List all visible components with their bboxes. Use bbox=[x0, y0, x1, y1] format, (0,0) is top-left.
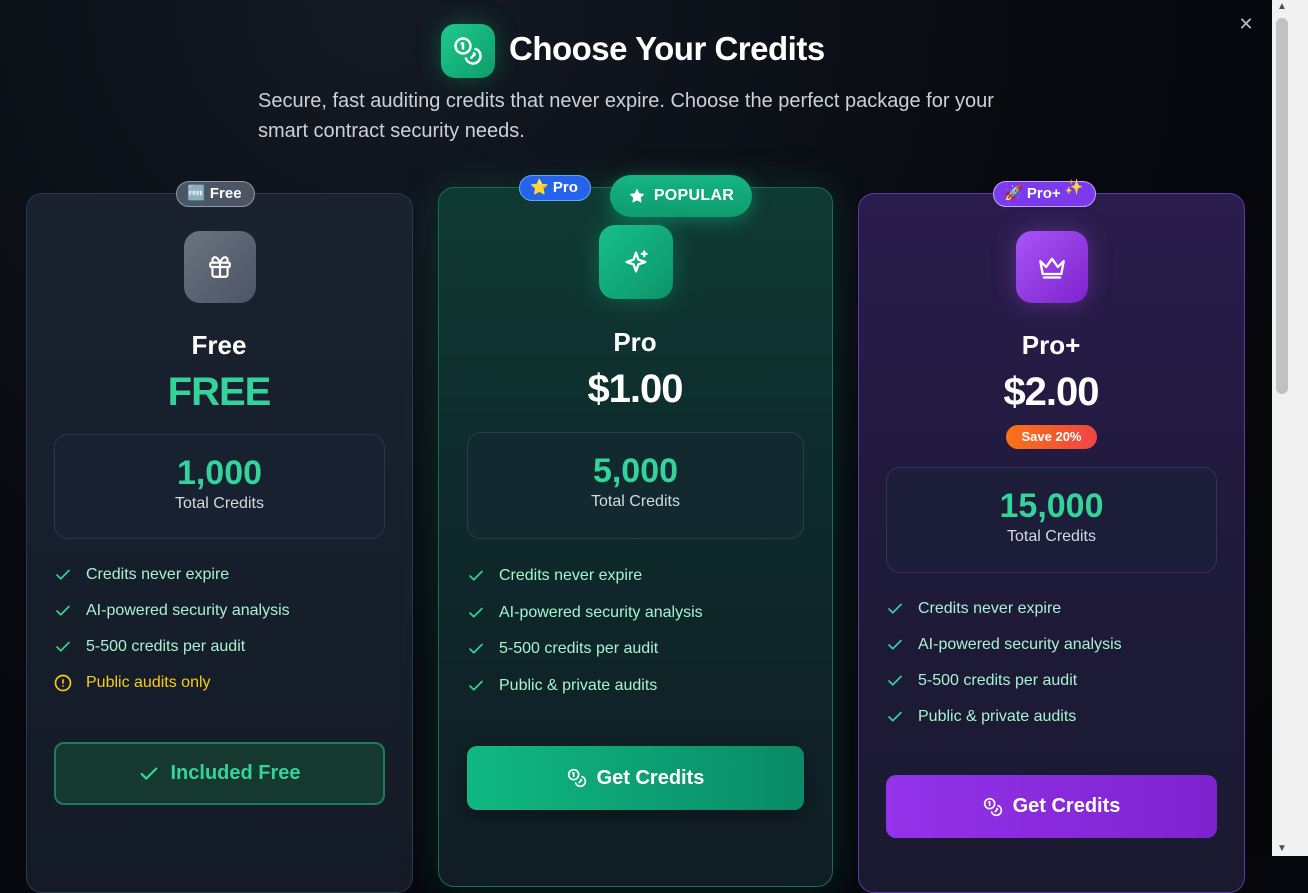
check-icon bbox=[888, 711, 902, 722]
coins-icon bbox=[983, 797, 1002, 816]
sparkle-emoji-icon: ✨ bbox=[1064, 179, 1084, 196]
tier-badge-pro: ⭐ Pro bbox=[519, 175, 591, 201]
feature-item: Public & private audits bbox=[886, 708, 1076, 726]
included-free-button[interactable]: Included Free bbox=[54, 742, 385, 805]
scroll-down-arrow-icon[interactable]: ▼ bbox=[1276, 843, 1288, 855]
close-icon[interactable]: ✕ bbox=[1236, 14, 1256, 34]
scrollbar-thumb[interactable] bbox=[1276, 18, 1288, 394]
credits-amount: 15,000 bbox=[999, 487, 1104, 525]
credits-box-free: 1,000 Total Credits bbox=[54, 434, 385, 539]
check-icon bbox=[469, 570, 483, 581]
plan-price-pro-plus: $2.00 bbox=[1003, 370, 1099, 414]
check-icon bbox=[469, 643, 483, 654]
credits-amount: 1,000 bbox=[176, 454, 263, 492]
crown-icon bbox=[1016, 231, 1088, 303]
credits-label: Total Credits bbox=[591, 493, 680, 510]
star-icon bbox=[629, 188, 645, 203]
check-icon bbox=[56, 641, 70, 652]
check-icon bbox=[56, 605, 70, 616]
sparkles-icon bbox=[599, 225, 673, 299]
credits-box-pro-plus: 15,000 Total Credits bbox=[886, 467, 1217, 573]
tier-badge-pro-plus: 🚀 Pro+ ✨ bbox=[993, 179, 1097, 207]
feature-item: Public & private audits bbox=[467, 677, 657, 695]
page-title: Choose Your Credits bbox=[509, 30, 825, 67]
feature-item: AI-powered security analysis bbox=[54, 602, 290, 620]
feature-item: AI-powered security analysis bbox=[886, 636, 1122, 654]
coins-icon bbox=[567, 768, 586, 788]
feature-item-warning: Public audits only bbox=[54, 674, 211, 692]
coins-icon bbox=[441, 24, 495, 78]
plan-price-pro: $1.00 bbox=[587, 367, 683, 411]
check-icon bbox=[469, 607, 483, 618]
free-emoji-icon: 🆓 bbox=[187, 185, 206, 202]
plan-name-free: Free bbox=[191, 330, 247, 360]
feature-item: Credits never expire bbox=[467, 567, 642, 585]
feature-item: 5-500 credits per audit bbox=[467, 640, 658, 658]
credits-label: Total Credits bbox=[1007, 528, 1096, 545]
feature-item: 5-500 credits per audit bbox=[886, 672, 1077, 690]
scroll-up-arrow-icon[interactable]: ▲ bbox=[1276, 1, 1288, 13]
save-badge: Save 20% bbox=[1006, 425, 1097, 449]
check-icon bbox=[141, 766, 158, 780]
popular-badge: POPULAR bbox=[610, 175, 752, 217]
gift-icon bbox=[184, 231, 256, 303]
get-credits-pro-plus-button[interactable]: Get Credits bbox=[886, 775, 1217, 838]
plan-price-free: FREE bbox=[167, 370, 272, 414]
check-icon bbox=[469, 680, 483, 691]
feature-item: 5-500 credits per audit bbox=[54, 638, 245, 656]
plan-name-pro-plus: Pro+ bbox=[1021, 330, 1081, 360]
page-subtitle: Secure, fast auditing credits that never… bbox=[258, 90, 994, 142]
rocket-emoji-icon: 🚀 bbox=[1004, 185, 1023, 202]
get-credits-pro-button[interactable]: Get Credits bbox=[467, 746, 804, 810]
credits-box-pro: 5,000 Total Credits bbox=[467, 432, 804, 539]
credits-label: Total Credits bbox=[175, 495, 264, 512]
check-icon bbox=[56, 569, 70, 580]
credits-amount: 5,000 bbox=[592, 452, 679, 490]
tier-badge-free: 🆓 Free bbox=[176, 181, 255, 207]
check-icon bbox=[888, 639, 902, 650]
alert-circle-icon bbox=[54, 674, 72, 692]
feature-item: Credits never expire bbox=[886, 600, 1061, 618]
star-emoji-icon: ⭐ bbox=[530, 179, 549, 196]
feature-item: Credits never expire bbox=[54, 566, 229, 584]
plan-name-pro: Pro bbox=[613, 327, 657, 357]
check-icon bbox=[888, 675, 902, 686]
check-icon bbox=[888, 603, 902, 614]
feature-item: AI-powered security analysis bbox=[467, 604, 703, 622]
